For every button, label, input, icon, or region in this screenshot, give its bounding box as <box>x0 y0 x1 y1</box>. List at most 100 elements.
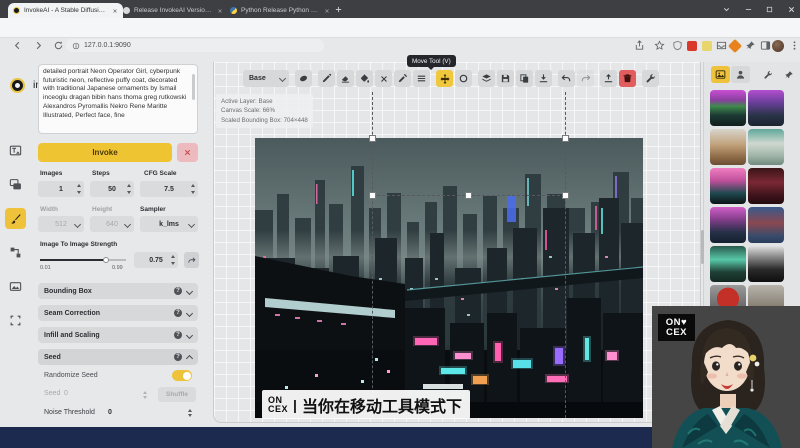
layer-select[interactable]: Base <box>243 70 289 87</box>
window-maximize-icon[interactable] <box>765 5 774 14</box>
brush-options-button[interactable] <box>413 70 430 87</box>
gallery-thumbnail[interactable] <box>710 129 746 165</box>
width-select[interactable]: 512 <box>38 216 84 232</box>
help-icon[interactable]: ? <box>174 309 182 317</box>
chevron-up-icon <box>186 355 193 362</box>
bbox-handle[interactable] <box>369 135 376 142</box>
tab-unified-canvas[interactable] <box>5 208 26 229</box>
gallery-settings-button[interactable] <box>758 66 777 83</box>
accordion-bounding-box[interactable]: Bounding Box ? <box>38 283 198 299</box>
accordion-seed[interactable]: Seed ? <box>38 349 198 365</box>
copy-to-clipboard-button[interactable] <box>516 70 533 87</box>
tab-close-icon[interactable] <box>324 8 330 14</box>
slider-thumb[interactable] <box>103 257 109 263</box>
upload-image-button[interactable] <box>600 70 617 87</box>
browser-tab-python[interactable]: Python Release Python 3.10.6 | Python <box>225 3 335 18</box>
gallery-thumbnail[interactable] <box>748 168 784 204</box>
reset-view-button[interactable] <box>455 70 472 87</box>
brush-tool-button[interactable] <box>318 70 335 87</box>
cancel-button[interactable] <box>177 143 198 162</box>
randomize-seed-toggle[interactable] <box>172 370 192 381</box>
gallery-thumbnail[interactable] <box>710 90 746 126</box>
help-icon[interactable]: ? <box>174 331 182 339</box>
gallery-thumbnail[interactable] <box>748 129 784 165</box>
bbox-handle[interactable] <box>369 192 376 199</box>
gallery-resize-handle[interactable] <box>701 230 704 264</box>
subtitle-brand-bottom: CEX <box>268 405 288 414</box>
fill-tool-button[interactable] <box>356 70 373 87</box>
tab-nodes[interactable] <box>5 242 26 263</box>
prompt-scrollbar[interactable] <box>191 66 196 132</box>
download-image-button[interactable] <box>535 70 552 87</box>
height-select[interactable]: 640 <box>90 216 134 232</box>
help-icon[interactable]: ? <box>174 287 182 295</box>
height-value: 640 <box>106 221 118 228</box>
python-favicon <box>230 7 237 14</box>
tab-training[interactable] <box>5 310 26 331</box>
gallery-thumbnail[interactable] <box>748 246 784 282</box>
strength-reset-button[interactable] <box>184 252 199 268</box>
noise-threshold-value[interactable]: 0 <box>108 409 112 416</box>
sampler-select[interactable]: k_lms <box>140 216 198 232</box>
cfg-scale-label: CFG Scale <box>144 170 177 177</box>
strength-slider[interactable] <box>40 259 126 262</box>
person-icon <box>735 69 746 80</box>
prompt-textarea[interactable]: detailed portrait Neon Operator Girl, cy… <box>38 64 198 134</box>
mask-brush-tool-button[interactable] <box>295 70 312 87</box>
accordion-seam-correction[interactable]: Seam Correction ? <box>38 305 198 321</box>
color-picker-tool-button[interactable] <box>394 70 411 87</box>
gallery-thumbnail[interactable] <box>710 207 746 243</box>
seed-input[interactable]: 0 <box>64 390 68 397</box>
window-menu-chevron-icon[interactable] <box>722 5 731 14</box>
bbox-handle[interactable] <box>465 192 472 199</box>
invoke-button[interactable]: Invoke <box>38 143 172 162</box>
accordion-infill-scaling[interactable]: Infill and Scaling ? <box>38 327 198 343</box>
undo-button[interactable] <box>558 70 575 87</box>
tab-text-to-image[interactable] <box>5 140 26 161</box>
steps-stepper[interactable]: 50 <box>90 181 134 197</box>
canvas-info-overlay: Active Layer: Base Canvas Scale: 66% Sca… <box>216 94 313 128</box>
eraser-tool-button[interactable] <box>337 70 354 87</box>
new-tab-icon[interactable] <box>334 5 343 14</box>
window-minimize-icon[interactable] <box>744 5 753 14</box>
canvas-image-cyberpunk-city[interactable] <box>255 138 643 418</box>
canvas-settings-button[interactable] <box>642 70 659 87</box>
redo-button[interactable] <box>577 70 594 87</box>
oncex-watermark: ON♥ CEX <box>658 314 695 341</box>
clear-canvas-trash-button[interactable] <box>619 70 636 87</box>
canvas-scale-info: Canvas Scale: 66% <box>221 106 308 115</box>
window-close-icon[interactable] <box>787 5 796 14</box>
active-layer-info: Active Layer: Base <box>221 97 308 106</box>
browser-tab-github-release[interactable]: Release InvokeAI Version 2.1.3 · A Stab <box>118 3 228 18</box>
strength-stepper[interactable]: 0.75 <box>134 252 178 268</box>
gallery-tab-user[interactable] <box>731 66 750 83</box>
shuffle-seed-button[interactable]: Shuffle <box>158 387 196 402</box>
gallery-thumbnail[interactable] <box>748 90 784 126</box>
merge-visible-button[interactable] <box>478 70 495 87</box>
help-icon[interactable]: ? <box>174 353 182 361</box>
tab-title: Python Release Python 3.10.6 | Python <box>241 7 320 14</box>
workflow-rail <box>0 62 30 427</box>
gallery-thumbnail[interactable] <box>710 168 746 204</box>
gallery-pin-button[interactable] <box>779 66 798 83</box>
accordion-label: Infill and Scaling <box>44 332 100 339</box>
gallery-thumbnail[interactable] <box>710 246 746 282</box>
strength-min: 0.01 <box>40 265 51 271</box>
images-value: 1 <box>59 186 63 193</box>
layer-select-value: Base <box>249 75 266 82</box>
tab-image-to-image[interactable] <box>5 174 26 195</box>
cfg-stepper[interactable]: 7.5 <box>140 181 198 197</box>
bbox-handle[interactable] <box>562 135 569 142</box>
move-tool-button[interactable] <box>436 70 453 87</box>
tab-post-processing[interactable] <box>5 276 26 297</box>
steps-label: Steps <box>92 170 110 177</box>
save-to-gallery-button[interactable] <box>497 70 514 87</box>
invoke-button-label: Invoke <box>92 148 117 157</box>
browser-tab-invokeai[interactable]: InvokeAI - A Stable Diffusion Toolkit <box>8 3 123 18</box>
bbox-handle[interactable] <box>562 192 569 199</box>
gallery-thumbnail[interactable] <box>748 207 784 243</box>
tab-close-icon[interactable] <box>217 8 223 14</box>
images-stepper[interactable]: 1 <box>38 181 84 197</box>
erase-bbox-button[interactable] <box>375 70 392 87</box>
gallery-tab-images[interactable] <box>711 66 730 83</box>
